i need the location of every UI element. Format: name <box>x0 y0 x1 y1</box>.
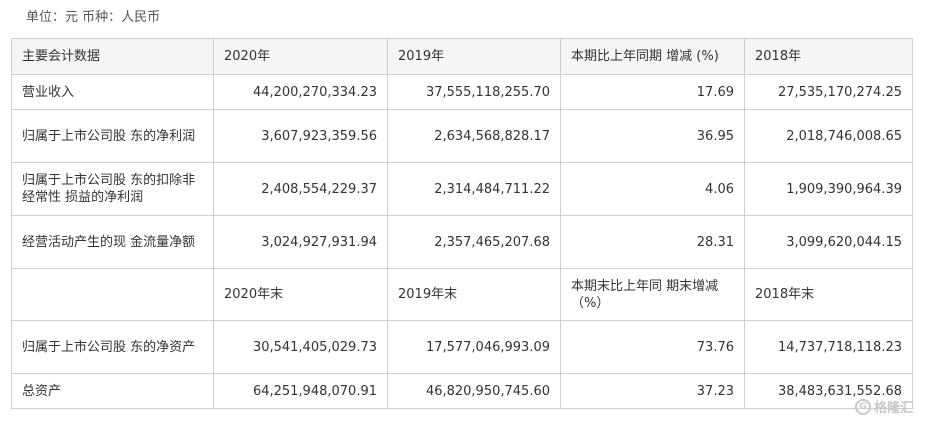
table-row: 营业收入 44,200,270,334.23 37,555,118,255.70… <box>11 74 913 110</box>
value-2020: 2,408,554,229.37 <box>213 162 388 216</box>
value-2018: 1,909,390,964.39 <box>744 162 913 216</box>
table-row: 归属于上市公司股 东的净利润 3,607,923,359.56 2,634,56… <box>11 109 913 163</box>
value-change: 36.95 <box>560 109 745 163</box>
value-2018: 2,018,746,008.65 <box>744 109 913 163</box>
value-2019: 2,357,465,207.68 <box>387 215 561 269</box>
value-change: 73.76 <box>560 320 745 374</box>
subheader-cell-2018-end: 2018年末 <box>744 268 913 321</box>
row-label: 营业收入 <box>11 74 214 110</box>
financial-data-table: 主要会计数据 2020年 2019年 本期比上年同期 增减 (%) 2018年 … <box>11 38 913 409</box>
value-2020: 64,251,948,070.91 <box>213 373 388 409</box>
header-cell-2018: 2018年 <box>744 38 913 75</box>
subheader-cell-empty <box>11 268 214 321</box>
value-2020: 30,541,405,029.73 <box>213 320 388 374</box>
header-cell-2020: 2020年 <box>213 38 388 75</box>
header-cell-2019: 2019年 <box>387 38 561 75</box>
value-2018: 14,737,718,118.23 <box>744 320 913 374</box>
subheader-cell-change: 本期末比上年同 期末增减 （%） <box>560 268 745 321</box>
value-2020: 3,024,927,931.94 <box>213 215 388 269</box>
row-label: 归属于上市公司股 东的净资产 <box>11 320 214 374</box>
value-2020: 3,607,923,359.56 <box>213 109 388 163</box>
value-2019: 46,820,950,745.60 <box>387 373 561 409</box>
value-2020: 44,200,270,334.23 <box>213 74 388 110</box>
table-row: 经营活动产生的现 金流量净额 3,024,927,931.94 2,357,46… <box>11 215 913 269</box>
value-change: 4.06 <box>560 162 745 216</box>
header-cell-item: 主要会计数据 <box>11 38 214 75</box>
value-change: 28.31 <box>560 215 745 269</box>
table-subheader-row: 2020年末 2019年末 本期末比上年同 期末增减 （%） 2018年末 <box>11 268 913 321</box>
table-row: 归属于上市公司股 东的净资产 30,541,405,029.73 17,577,… <box>11 320 913 374</box>
header-cell-change: 本期比上年同期 增减 (%) <box>560 38 745 75</box>
value-change: 37.23 <box>560 373 745 409</box>
value-2018: 3,099,620,044.15 <box>744 215 913 269</box>
value-2018: 27,535,170,274.25 <box>744 74 913 110</box>
table-row: 归属于上市公司股 东的扣除非经常性 损益的净利润 2,408,554,229.3… <box>11 162 913 216</box>
subheader-cell-2020-end: 2020年末 <box>213 268 388 321</box>
gelonghui-watermark: G 格隆汇 <box>854 397 913 416</box>
watermark-text: 格隆汇 <box>873 401 913 416</box>
unit-currency-note: 单位：元 币种：人民币 <box>26 10 161 25</box>
value-2019: 17,577,046,993.09 <box>387 320 561 374</box>
value-2019: 2,314,484,711.22 <box>387 162 561 216</box>
row-label: 总资产 <box>11 373 214 409</box>
table-header-row: 主要会计数据 2020年 2019年 本期比上年同期 增减 (%) 2018年 <box>11 38 913 75</box>
row-label: 归属于上市公司股 东的净利润 <box>11 109 214 163</box>
value-2019: 37,555,118,255.70 <box>387 74 561 110</box>
row-label: 经营活动产生的现 金流量净额 <box>11 215 214 269</box>
table-row: 总资产 64,251,948,070.91 46,820,950,745.60 … <box>11 373 913 409</box>
row-label: 归属于上市公司股 东的扣除非经常性 损益的净利润 <box>11 162 214 216</box>
gelonghui-logo-icon: G <box>854 398 871 415</box>
value-change: 17.69 <box>560 74 745 110</box>
value-2019: 2,634,568,828.17 <box>387 109 561 163</box>
subheader-cell-2019-end: 2019年末 <box>387 268 561 321</box>
